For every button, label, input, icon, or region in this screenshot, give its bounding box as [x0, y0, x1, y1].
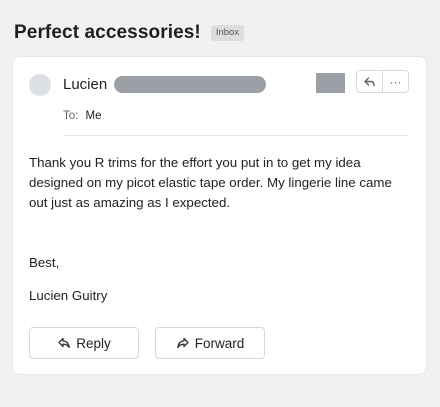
redacted-date [316, 73, 345, 93]
forward-button[interactable]: Forward [155, 327, 265, 359]
sender-avatar [29, 74, 51, 96]
sender-name: Lucien [63, 75, 108, 93]
sender-row: Lucien [63, 74, 267, 94]
folder-badge[interactable]: Inbox [210, 25, 245, 41]
email-body: Thank you R trims for the effort you put… [29, 155, 392, 210]
reply-button[interactable]: Reply [29, 327, 139, 359]
reply-arrow-icon [364, 76, 375, 86]
more-options-button[interactable]: ··· [382, 71, 408, 92]
to-label: To: [63, 110, 79, 122]
forward-arrow-icon [176, 337, 189, 349]
recipient-line: To: Me [63, 110, 102, 122]
to-value: Me [85, 110, 102, 122]
reply-arrow-icon [58, 337, 71, 349]
email-subject: Perfect accessories! [14, 22, 201, 43]
closing-text: Best, [29, 255, 60, 270]
forward-label: Forward [194, 335, 245, 351]
email-card: Lucien ··· To: Me Thank you R trims for … [13, 57, 426, 374]
message-actions: ··· [356, 70, 409, 93]
header-divider [63, 135, 409, 136]
signature-text: Lucien Guitry [29, 288, 108, 303]
email-header: Perfect accessories! Inbox [14, 21, 245, 45]
quick-reply-button[interactable] [357, 71, 382, 92]
email-signoff: Best, Lucien Guitry [29, 253, 107, 306]
more-horizontal-icon: ··· [389, 74, 402, 89]
reply-label: Reply [76, 335, 111, 351]
redacted-sender-email [114, 75, 267, 93]
